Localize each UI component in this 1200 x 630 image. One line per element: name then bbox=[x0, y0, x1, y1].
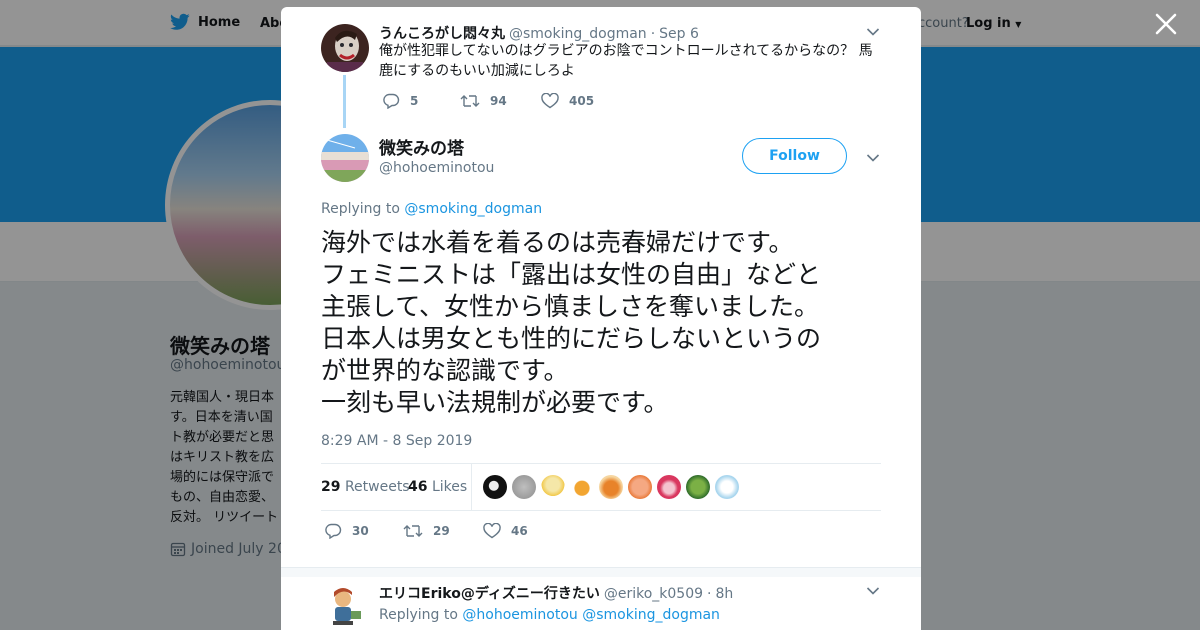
likes-stat-label: Likes bbox=[431, 479, 468, 495]
reply-tweet-menu-chevron-down-icon[interactable] bbox=[866, 586, 880, 596]
liker-avatar[interactable] bbox=[541, 475, 565, 499]
reply-tweet-name[interactable]: エリコEriko@ディズニー行きたい bbox=[379, 583, 600, 603]
main-tweet-text: 海外では水着を着るのは売春婦だけです。 フェミニストは「露出は女性の自由」などと… bbox=[321, 227, 883, 419]
main-like-button[interactable]: 46 bbox=[483, 523, 528, 539]
liker-avatars bbox=[483, 475, 739, 499]
parent-tweet-handle[interactable]: @smoking_dogman bbox=[509, 26, 647, 42]
retweets-stat-count: 29 bbox=[321, 479, 341, 495]
tweet-stats: 29 Retweets 46 Likes bbox=[321, 463, 881, 511]
parent-tweet-menu-chevron-down-icon[interactable] bbox=[866, 27, 880, 37]
reply-replying-to: Replying to @hohoeminotou @smoking_dogma… bbox=[379, 607, 720, 623]
replying-to-mention[interactable]: @smoking_dogman bbox=[404, 201, 542, 217]
reply-tweet-avatar[interactable] bbox=[321, 583, 369, 630]
replies-divider bbox=[281, 567, 921, 577]
main-tweet-line: が世界的な認識です。 bbox=[321, 356, 569, 385]
main-tweet-handle[interactable]: @hohoeminotou bbox=[379, 160, 494, 176]
heart-icon bbox=[541, 93, 559, 109]
parent-like-button[interactable]: 405 bbox=[541, 93, 594, 109]
main-tweet-name[interactable]: 微笑みの塔 bbox=[379, 134, 464, 159]
parent-tweet-line: 俺が性犯罪してないのはグラビアのお陰でコントロールされてるからなの？ 馬 bbox=[379, 43, 873, 59]
liker-avatar[interactable] bbox=[570, 475, 594, 499]
follow-button[interactable]: Follow bbox=[742, 138, 847, 174]
parent-tweet-avatar[interactable] bbox=[321, 24, 369, 72]
separator-dot: · bbox=[707, 586, 712, 602]
parent-like-count: 405 bbox=[569, 94, 595, 108]
reply-replying-prefix: Replying to bbox=[379, 607, 458, 623]
joker-avatar-icon bbox=[321, 24, 369, 72]
replying-to-prefix: Replying to bbox=[321, 201, 400, 217]
liker-avatar[interactable] bbox=[628, 475, 652, 499]
parent-tweet-line: 鹿にするのもいい加減にしろよ bbox=[379, 63, 575, 79]
liker-avatar[interactable] bbox=[715, 475, 739, 499]
main-tweet-timestamp[interactable]: 8:29 AM - 8 Sep 2019 bbox=[321, 433, 472, 449]
main-tweet-line: 主張して、女性から慎ましさを奪いました。 bbox=[321, 292, 820, 321]
likes-stat[interactable]: 46 Likes bbox=[408, 479, 467, 495]
likes-stat-count: 46 bbox=[408, 479, 428, 495]
separator-dot: · bbox=[650, 26, 656, 42]
parent-retweet-button[interactable]: 94 bbox=[460, 93, 541, 109]
cartoon-avatar-icon bbox=[321, 583, 369, 630]
main-tweet-menu-chevron-down-icon[interactable] bbox=[866, 153, 880, 163]
liker-avatar[interactable] bbox=[686, 475, 710, 499]
liker-avatar[interactable] bbox=[657, 475, 681, 499]
parent-tweet-header: うんころがし悶々丸 @smoking_dogman · Sep 6 bbox=[379, 23, 699, 43]
main-reply-button[interactable]: 30 bbox=[324, 523, 403, 539]
main-tweet-line: 海外では水着を着るのは売春婦だけです。 bbox=[321, 228, 794, 257]
replying-to: Replying to @smoking_dogman bbox=[321, 201, 542, 217]
parent-tweet-text: 俺が性犯罪してないのはグラビアのお陰でコントロールされてるからなの？ 馬 鹿にす… bbox=[379, 41, 873, 81]
liker-avatar[interactable] bbox=[512, 475, 536, 499]
main-like-count: 46 bbox=[511, 524, 528, 538]
main-tweet-line: 一刻も早い法規制が必要です。 bbox=[321, 388, 669, 417]
main-tweet-line: フェミニストは「露出は女性の自由」などと bbox=[321, 260, 822, 289]
tweet-modal: うんころがし悶々丸 @smoking_dogman · Sep 6 俺が性犯罪し… bbox=[281, 7, 921, 630]
reply-mention[interactable]: @hohoeminotou bbox=[462, 607, 577, 623]
retweets-stat-label: Retweets bbox=[344, 479, 410, 495]
parent-reply-button[interactable]: 5 bbox=[382, 93, 460, 109]
reply-mention[interactable]: @smoking_dogman bbox=[582, 607, 720, 623]
main-retweet-button[interactable]: 29 bbox=[403, 523, 483, 539]
parent-tweet-time[interactable]: Sep 6 bbox=[659, 26, 699, 42]
reply-tweet-time[interactable]: 8h bbox=[715, 586, 733, 602]
parent-reply-count: 5 bbox=[410, 94, 419, 108]
main-tweet-actions: 30 29 46 bbox=[324, 523, 528, 539]
heart-icon bbox=[483, 523, 501, 539]
liker-avatar[interactable] bbox=[599, 475, 623, 499]
retweet-icon bbox=[403, 525, 423, 537]
main-tweet-line: 日本人は男女とも性的にだらしないというの bbox=[321, 324, 822, 353]
main-reply-count: 30 bbox=[352, 524, 369, 538]
thread-connector-line bbox=[343, 75, 346, 128]
close-icon bbox=[1155, 13, 1177, 35]
close-modal-button[interactable] bbox=[1154, 12, 1178, 36]
liker-avatar[interactable] bbox=[483, 475, 507, 499]
retweet-icon bbox=[460, 95, 480, 107]
parent-tweet-actions: 5 94 405 bbox=[382, 93, 594, 109]
stats-divider bbox=[471, 464, 472, 510]
main-tweet-avatar[interactable] bbox=[321, 134, 369, 182]
main-retweet-count: 29 bbox=[433, 524, 450, 538]
reply-icon bbox=[325, 523, 342, 539]
reply-tweet-handle[interactable]: @eriko_k0509 bbox=[604, 586, 703, 602]
parent-tweet-name[interactable]: うんころがし悶々丸 bbox=[379, 23, 505, 43]
reply-tweet-header: エリコEriko@ディズニー行きたい @eriko_k0509 · 8h bbox=[379, 583, 733, 603]
retweets-stat[interactable]: 29 Retweets bbox=[321, 479, 410, 495]
reply-icon bbox=[383, 93, 400, 109]
flower-field-avatar-icon bbox=[321, 134, 369, 182]
parent-retweet-count: 94 bbox=[490, 94, 507, 108]
